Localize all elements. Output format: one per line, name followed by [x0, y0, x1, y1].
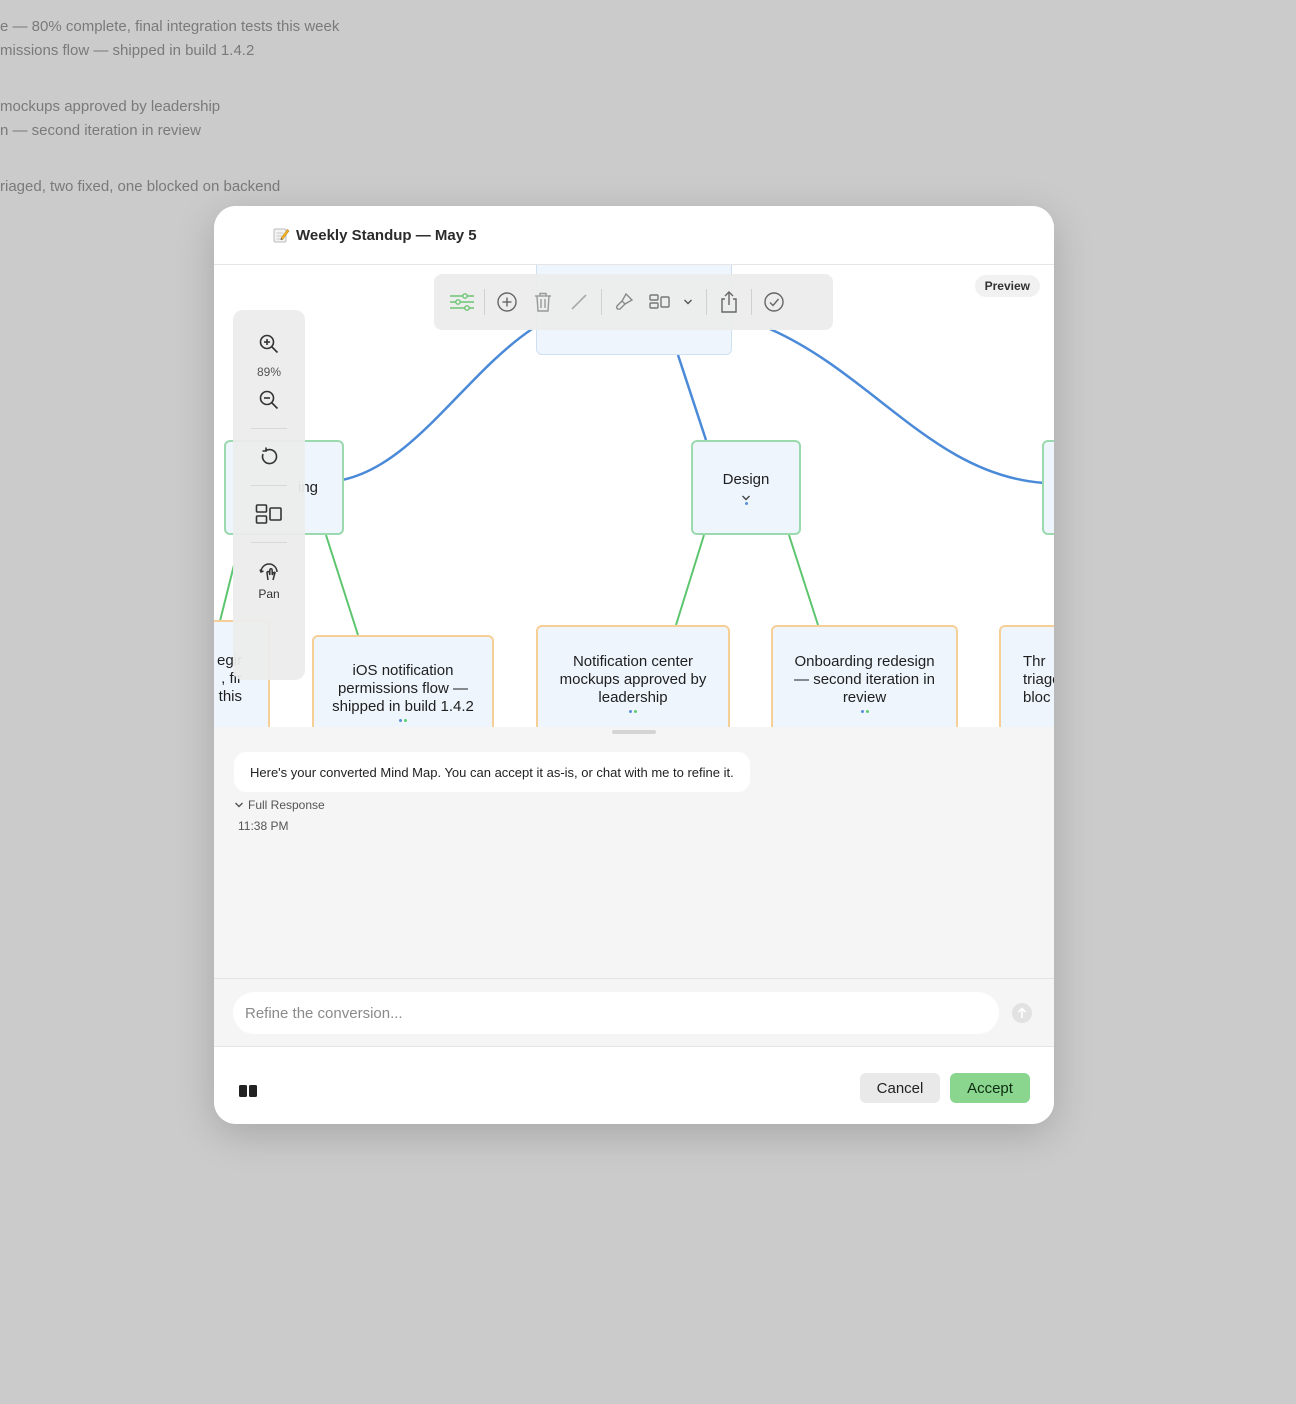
- zoom-level: 89%: [256, 365, 282, 379]
- node-child-dots: [744, 501, 748, 505]
- node-label-line: bloc: [1023, 689, 1051, 706]
- connector-design-notification: [675, 534, 705, 626]
- assistant-message: Here's your converted Mind Map. You can …: [234, 752, 750, 792]
- full-response-toggle[interactable]: Full Response: [234, 798, 325, 812]
- zoom-panel-divider: [251, 542, 287, 543]
- mindmap-leaf-onboarding[interactable]: Onboarding redesign — second iteration i…: [771, 625, 958, 727]
- mindmap-leaf-partial-right[interactable]: Thr triage bloc: [999, 625, 1054, 727]
- toolbar-divider: [706, 289, 707, 315]
- mindmap-canvas[interactable]: ing Design egir , fir this iOS notificat…: [214, 265, 1054, 727]
- chat-area: Here's your converted Mind Map. You can …: [214, 727, 1054, 978]
- zoom-panel: 89% Pan: [233, 310, 305, 680]
- mindmap-node-design[interactable]: Design: [691, 440, 801, 535]
- arrow-up-icon: [1017, 1007, 1027, 1018]
- resize-drag-handle[interactable]: [612, 730, 656, 734]
- node-label: iOS notification permissions flow — ship…: [332, 662, 474, 715]
- send-button[interactable]: [1012, 1003, 1032, 1023]
- memo-pencil-icon: [272, 226, 290, 244]
- toolbar-divider: [751, 289, 752, 315]
- add-node-icon[interactable]: [491, 286, 523, 318]
- connector-design-onboarding: [788, 534, 819, 626]
- background-note-line: mockups approved by leadership: [0, 98, 221, 115]
- node-label-line: Thr: [1023, 653, 1046, 670]
- adjust-sliders-icon[interactable]: [446, 286, 478, 318]
- dialog-footer: Cancel Accept: [214, 1047, 1054, 1124]
- node-label: Design: [722, 470, 770, 488]
- layout-icon[interactable]: [249, 496, 289, 532]
- background-document: e — 80% complete, final integration test…: [0, 0, 1296, 210]
- layout-icon[interactable]: [644, 286, 676, 318]
- zoom-out-icon[interactable]: [249, 382, 289, 418]
- mindmap-leaf-notification-center[interactable]: Notification center mockups approved by …: [536, 625, 730, 727]
- mindmap-toolbar: [434, 274, 833, 330]
- full-response-label: Full Response: [248, 798, 325, 812]
- node-child-dots: [399, 719, 407, 722]
- refine-input-row: [214, 978, 1054, 1047]
- message-timestamp: 11:38 PM: [238, 819, 289, 833]
- pan-hand-icon[interactable]: [249, 553, 289, 589]
- background-note-line: riaged, two fixed, one blocked on backen…: [0, 178, 281, 195]
- background-note-line: e — 80% complete, final integration test…: [0, 18, 340, 35]
- background-note-line: missions flow — shipped in build 1.4.2: [0, 42, 255, 59]
- zoom-panel-divider: [251, 485, 287, 486]
- conversion-dialog: Weekly Standup — May 5 ing Design egir ,…: [214, 206, 1054, 1124]
- accept-button[interactable]: Accept: [950, 1073, 1030, 1103]
- checkmark-circle-icon[interactable]: [758, 286, 790, 318]
- zoom-in-icon[interactable]: [249, 326, 289, 362]
- chevron-down-icon: [234, 801, 244, 809]
- background-note-line: n — second iteration in review: [0, 122, 201, 139]
- connector-root-design: [676, 354, 708, 441]
- trash-icon[interactable]: [527, 286, 559, 318]
- dialog-titlebar: Weekly Standup — May 5: [214, 206, 1054, 265]
- cancel-button[interactable]: Cancel: [860, 1073, 940, 1103]
- pan-label: Pan: [258, 587, 280, 601]
- reset-rotate-icon[interactable]: [249, 439, 289, 475]
- connector-left-ios: [325, 534, 359, 636]
- mindmap-node-right-branch[interactable]: [1042, 440, 1054, 535]
- share-icon[interactable]: [713, 286, 745, 318]
- node-label: Notification center mockups approved by …: [559, 653, 707, 706]
- dialog-title-text: Weekly Standup — May 5: [296, 226, 477, 244]
- toolbar-divider: [601, 289, 602, 315]
- refine-input[interactable]: [233, 992, 999, 1034]
- split-view-icon[interactable]: [238, 1083, 258, 1099]
- chevron-down-icon[interactable]: [741, 489, 751, 500]
- mindmap-leaf-ios-notification[interactable]: iOS notification permissions flow — ship…: [312, 635, 494, 727]
- preview-badge: Preview: [974, 275, 1040, 297]
- toolbar-divider: [484, 289, 485, 315]
- paintbrush-icon[interactable]: [608, 286, 640, 318]
- line-tool-icon[interactable]: [563, 286, 595, 318]
- connector-root-right: [769, 327, 1045, 485]
- dialog-title: Weekly Standup — May 5: [272, 226, 477, 244]
- node-label: Onboarding redesign — second iteration i…: [794, 653, 935, 706]
- node-label-line: triage: [1023, 671, 1054, 688]
- node-label-line: this: [218, 688, 242, 705]
- connector-root-left: [341, 327, 533, 482]
- chevron-down-icon[interactable]: [680, 286, 696, 318]
- node-child-dots: [860, 710, 869, 713]
- node-child-dots: [629, 710, 637, 713]
- zoom-panel-divider: [251, 428, 287, 429]
